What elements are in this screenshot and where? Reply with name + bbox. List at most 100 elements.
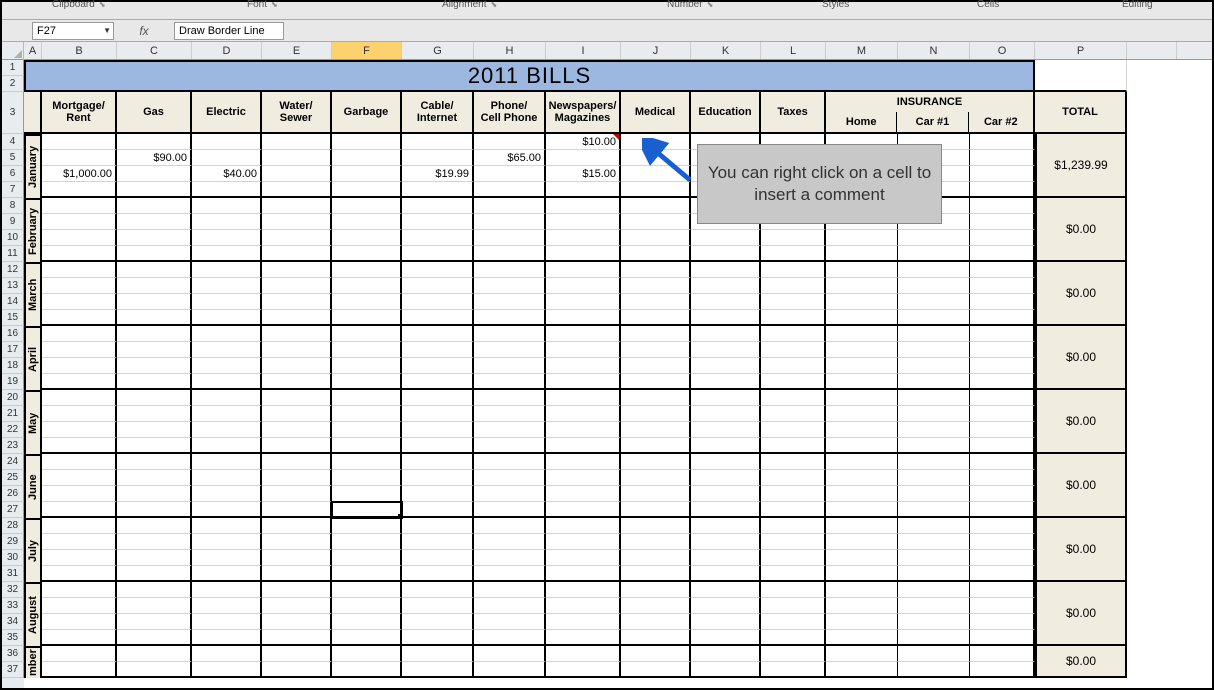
cell-D36[interactable]: [192, 646, 262, 662]
cell-G21[interactable]: [402, 406, 474, 422]
col-header-K[interactable]: K: [691, 42, 761, 59]
cell-O11[interactable]: [970, 246, 1035, 262]
cell-G30[interactable]: [402, 550, 474, 566]
cell-F25[interactable]: [332, 470, 402, 486]
cell-B7[interactable]: [42, 182, 117, 198]
cell-E30[interactable]: [262, 550, 332, 566]
cell-I27[interactable]: [546, 502, 621, 518]
cell-K36[interactable]: [691, 646, 761, 662]
cell-L14[interactable]: [761, 294, 826, 310]
cell-M19[interactable]: [826, 374, 898, 390]
row-header-7[interactable]: 7: [2, 182, 24, 198]
cell-C20[interactable]: [117, 390, 192, 406]
cell-F33[interactable]: [332, 598, 402, 614]
cell-J28[interactable]: [621, 518, 691, 534]
cell-M13[interactable]: [826, 278, 898, 294]
cell-D15[interactable]: [192, 310, 262, 326]
cell-N16[interactable]: [898, 326, 970, 342]
cell-H4[interactable]: [474, 134, 546, 150]
cell-M17[interactable]: [826, 342, 898, 358]
row-header-19[interactable]: 19: [2, 374, 24, 390]
cell-E14[interactable]: [262, 294, 332, 310]
cell-K24[interactable]: [691, 454, 761, 470]
cell-D19[interactable]: [192, 374, 262, 390]
cell-L31[interactable]: [761, 566, 826, 582]
cell-B10[interactable]: [42, 230, 117, 246]
cell-M21[interactable]: [826, 406, 898, 422]
cell-O13[interactable]: [970, 278, 1035, 294]
cell-E13[interactable]: [262, 278, 332, 294]
cell-H19[interactable]: [474, 374, 546, 390]
name-box-dropdown-icon[interactable]: ▼: [103, 26, 111, 35]
cell-L15[interactable]: [761, 310, 826, 326]
cell-H22[interactable]: [474, 422, 546, 438]
cell-B32[interactable]: [42, 582, 117, 598]
cell-G5[interactable]: [402, 150, 474, 166]
cells-area[interactable]: 2011 BILLSMortgage/ RentGasElectricWater…: [24, 60, 1212, 688]
cell-F26[interactable]: [332, 486, 402, 502]
cell-I18[interactable]: [546, 358, 621, 374]
row-header-29[interactable]: 29: [2, 534, 24, 550]
row-header-31[interactable]: 31: [2, 566, 24, 582]
cell-E37[interactable]: [262, 662, 332, 678]
row-header-14[interactable]: 14: [2, 294, 24, 310]
row-header-20[interactable]: 20: [2, 390, 24, 406]
cell-J36[interactable]: [621, 646, 691, 662]
cell-C29[interactable]: [117, 534, 192, 550]
cell-C14[interactable]: [117, 294, 192, 310]
cell-K32[interactable]: [691, 582, 761, 598]
cell-L24[interactable]: [761, 454, 826, 470]
cell-D25[interactable]: [192, 470, 262, 486]
cell-G13[interactable]: [402, 278, 474, 294]
cell-G7[interactable]: [402, 182, 474, 198]
cell-K26[interactable]: [691, 486, 761, 502]
cell-N25[interactable]: [898, 470, 970, 486]
cell-J26[interactable]: [621, 486, 691, 502]
cell-G26[interactable]: [402, 486, 474, 502]
cell-N29[interactable]: [898, 534, 970, 550]
cell-H23[interactable]: [474, 438, 546, 454]
cell-L18[interactable]: [761, 358, 826, 374]
cell-I22[interactable]: [546, 422, 621, 438]
cell-I26[interactable]: [546, 486, 621, 502]
cell-K23[interactable]: [691, 438, 761, 454]
cell-C30[interactable]: [117, 550, 192, 566]
cell-K30[interactable]: [691, 550, 761, 566]
cell-G27[interactable]: [402, 502, 474, 518]
cell-F12[interactable]: [332, 262, 402, 278]
row-header-22[interactable]: 22: [2, 422, 24, 438]
col-header-I[interactable]: I: [546, 42, 621, 59]
cell-O27[interactable]: [970, 502, 1035, 518]
cell-F14[interactable]: [332, 294, 402, 310]
cell-J27[interactable]: [621, 502, 691, 518]
cell-J15[interactable]: [621, 310, 691, 326]
cell-B4[interactable]: [42, 134, 117, 150]
cell-C31[interactable]: [117, 566, 192, 582]
cell-E10[interactable]: [262, 230, 332, 246]
row-header-4[interactable]: 4: [2, 134, 24, 150]
cell-H28[interactable]: [474, 518, 546, 534]
cell-C28[interactable]: [117, 518, 192, 534]
cell-G37[interactable]: [402, 662, 474, 678]
cell-H27[interactable]: [474, 502, 546, 518]
cell-I36[interactable]: [546, 646, 621, 662]
cell-D5[interactable]: [192, 150, 262, 166]
cell-F18[interactable]: [332, 358, 402, 374]
cell-G16[interactable]: [402, 326, 474, 342]
cell-F34[interactable]: [332, 614, 402, 630]
cell-F5[interactable]: [332, 150, 402, 166]
cell-K29[interactable]: [691, 534, 761, 550]
cell-C4[interactable]: [117, 134, 192, 150]
cell-O29[interactable]: [970, 534, 1035, 550]
cell-E32[interactable]: [262, 582, 332, 598]
cell-N33[interactable]: [898, 598, 970, 614]
cell-K27[interactable]: [691, 502, 761, 518]
row-header-17[interactable]: 17: [2, 342, 24, 358]
cell-E35[interactable]: [262, 630, 332, 646]
cell-C10[interactable]: [117, 230, 192, 246]
cell-C27[interactable]: [117, 502, 192, 518]
cell-J35[interactable]: [621, 630, 691, 646]
cell-I24[interactable]: [546, 454, 621, 470]
cell-B6[interactable]: $1,000.00: [42, 166, 117, 182]
cell-B28[interactable]: [42, 518, 117, 534]
